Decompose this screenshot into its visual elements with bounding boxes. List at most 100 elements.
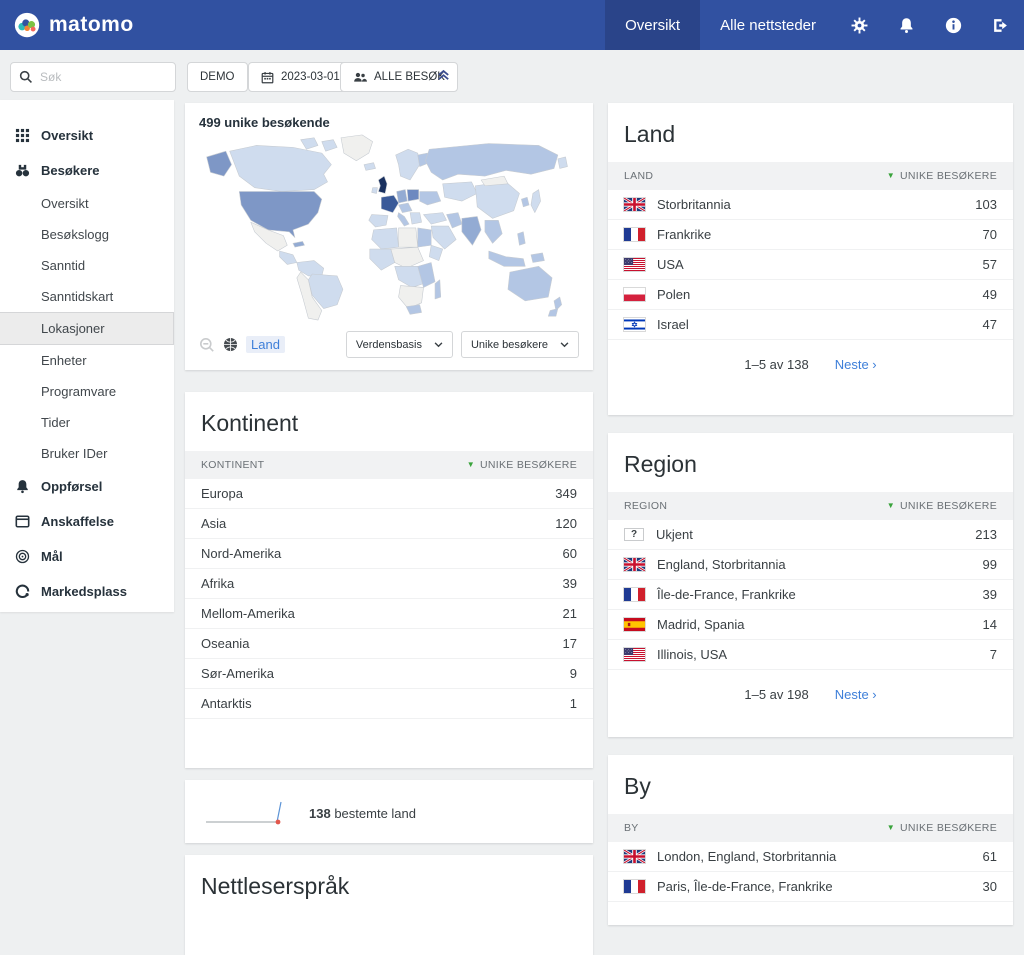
sidebar-item-bes-kslogg[interactable]: Besøkslogg (0, 219, 174, 250)
nav-item-oversikt[interactable]: Oversikt (605, 0, 700, 50)
flag-us-icon (624, 258, 645, 271)
table-row[interactable]: Illinois, USA7 (608, 640, 1013, 670)
table-row[interactable]: Nord-Amerika60 (185, 539, 593, 569)
table-row[interactable]: Paris, Île-de-France, Frankrike30 (608, 872, 1013, 902)
table-row[interactable]: Mellom-Amerika21 (185, 599, 593, 629)
region-widget: Region REGION ▼UNIKE BESØKERE ?Ukjent213… (608, 433, 1013, 737)
flag-il-icon (624, 318, 645, 331)
row-value: 30 (983, 879, 997, 894)
sidebar-item-label: Oppførsel (41, 479, 102, 494)
row-value: 120 (555, 516, 577, 531)
segment-selector-label: ALLE BESØK (374, 71, 445, 83)
table-row[interactable]: USA 57 (608, 250, 1013, 280)
nav-item-alle-nettsteder[interactable]: Alle nettsteder (700, 0, 836, 50)
by-widget: By BY ▼UNIKE BESØKERE London, England, S… (608, 755, 1013, 925)
sidebar-item-anskaffelse[interactable]: Anskaffelse (0, 504, 174, 539)
table-row[interactable]: Europa 349 (185, 479, 593, 509)
table-row[interactable]: Polen49 (608, 280, 1013, 310)
column-header-unike-besokere[interactable]: ▼UNIKE BESØKERE (467, 459, 577, 471)
row-label: Ukjent (656, 527, 693, 542)
search-input[interactable] (40, 70, 160, 84)
sidebar-item-oversikt[interactable]: Oversikt (0, 188, 174, 219)
flag-gb-icon (624, 198, 645, 211)
distinct-countries-widget: 138 bestemte land (185, 780, 593, 843)
row-label: USA (657, 257, 684, 272)
table-row[interactable]: Île-de-France, Frankrike39 (608, 580, 1013, 610)
notifications-bell-icon[interactable] (883, 0, 930, 50)
site-selector-label: DEMO (200, 71, 235, 83)
sidebar-item-label: Programvare (41, 384, 116, 399)
sidebar-item-sanntidskart[interactable]: Sanntidskart (0, 281, 174, 312)
row-label: London, England, Storbritannia (657, 849, 836, 864)
zoom-out-icon[interactable] (199, 337, 215, 353)
row-label: Europa (201, 486, 243, 501)
sidebar-item-label: Anskaffelse (41, 514, 114, 529)
column-header-kontinent[interactable]: KONTINENT (201, 459, 264, 471)
map-basis-select[interactable]: Verdensbasis (346, 331, 453, 358)
search-box[interactable] (10, 62, 176, 92)
sidebar-item-m-l[interactable]: Mål (0, 539, 174, 574)
search-icon (19, 70, 33, 84)
row-value: 61 (983, 849, 997, 864)
row-value: 103 (975, 197, 997, 212)
sidebar-item-oversikt[interactable]: Oversikt (0, 118, 174, 153)
table-row[interactable]: Storbritannia 103 (608, 190, 1013, 220)
table-row[interactable]: Madrid, Spania14 (608, 610, 1013, 640)
matomo-logo[interactable]: matomo (0, 12, 148, 38)
sidebar-item-tider[interactable]: Tider (0, 407, 174, 438)
table-row[interactable]: Afrika39 (185, 569, 593, 599)
date-selector-button[interactable]: 2023-03-01 (248, 62, 353, 92)
column-header-unike-besokere[interactable]: ▼UNIKE BESØKERE (887, 822, 997, 834)
sidebar-item-label: Bruker IDer (41, 446, 107, 461)
row-value: 349 (555, 486, 577, 501)
sidebar-item-label: Markedsplass (41, 584, 127, 599)
sidebar-item-markedsplass[interactable]: Markedsplass (0, 574, 174, 609)
flag-us-icon (624, 648, 645, 661)
sidebar-item-programvare[interactable]: Programvare (0, 376, 174, 407)
table-row[interactable]: Oseania17 (185, 629, 593, 659)
column-header-land[interactable]: LAND (624, 170, 653, 182)
map-level-land-link[interactable]: Land (246, 336, 285, 353)
pagination-next-link[interactable]: Neste › (835, 357, 877, 372)
sidebar-item-bes-kere[interactable]: Besøkere (0, 153, 174, 188)
sidebar-item-bruker-ider[interactable]: Bruker IDer (0, 438, 174, 469)
settings-gear-icon[interactable] (836, 0, 883, 50)
row-label: Storbritannia (657, 197, 731, 212)
globe-icon[interactable] (223, 337, 238, 352)
logout-icon[interactable] (977, 0, 1024, 50)
map-metric-select[interactable]: Unike besøkere (461, 331, 579, 358)
row-label: Asia (201, 516, 226, 531)
row-value: 49 (983, 287, 997, 302)
table-row[interactable]: ?Ukjent213 (608, 520, 1013, 550)
sidebar-item-enheter[interactable]: Enheter (0, 345, 174, 376)
table-row[interactable]: England, Storbritannia99 (608, 550, 1013, 580)
sidebar-item-sanntid[interactable]: Sanntid (0, 250, 174, 281)
row-value: 57 (983, 257, 997, 272)
date-selector-label: 2023-03-01 (281, 71, 340, 83)
flag-gb-icon (624, 850, 645, 863)
table-row[interactable]: Sør-Amerika9 (185, 659, 593, 689)
controls-bar: DEMO 2023-03-01 ALLE BESØK (0, 50, 1024, 100)
world-map[interactable] (185, 132, 593, 327)
row-value: 213 (975, 527, 997, 542)
table-row[interactable]: London, England, Storbritannia 61 (608, 842, 1013, 872)
table-row[interactable]: Asia 120 (185, 509, 593, 539)
bell-icon (15, 479, 30, 494)
sidebar-item-lokasjoner[interactable]: Lokasjoner (0, 312, 174, 345)
row-value: 99 (983, 557, 997, 572)
site-selector-button[interactable]: DEMO (187, 62, 248, 92)
column-header-unike-besokere[interactable]: ▼UNIKE BESØKERE (887, 500, 997, 512)
row-label: Île-de-France, Frankrike (657, 587, 796, 602)
info-icon[interactable] (930, 0, 977, 50)
column-header-by[interactable]: BY (624, 822, 639, 834)
row-value: 47 (983, 317, 997, 332)
sparkline-chart[interactable] (203, 796, 295, 830)
table-row[interactable]: Israel47 (608, 310, 1013, 340)
table-row[interactable]: Frankrike70 (608, 220, 1013, 250)
collapse-chevrons-icon[interactable] (436, 67, 451, 87)
column-header-region[interactable]: REGION (624, 500, 667, 512)
sidebar-item-oppf-rsel[interactable]: Oppførsel (0, 469, 174, 504)
pagination-next-link[interactable]: Neste › (835, 687, 877, 702)
table-row[interactable]: Antarktis1 (185, 689, 593, 719)
column-header-unike-besokere[interactable]: ▼UNIKE BESØKERE (887, 170, 997, 182)
